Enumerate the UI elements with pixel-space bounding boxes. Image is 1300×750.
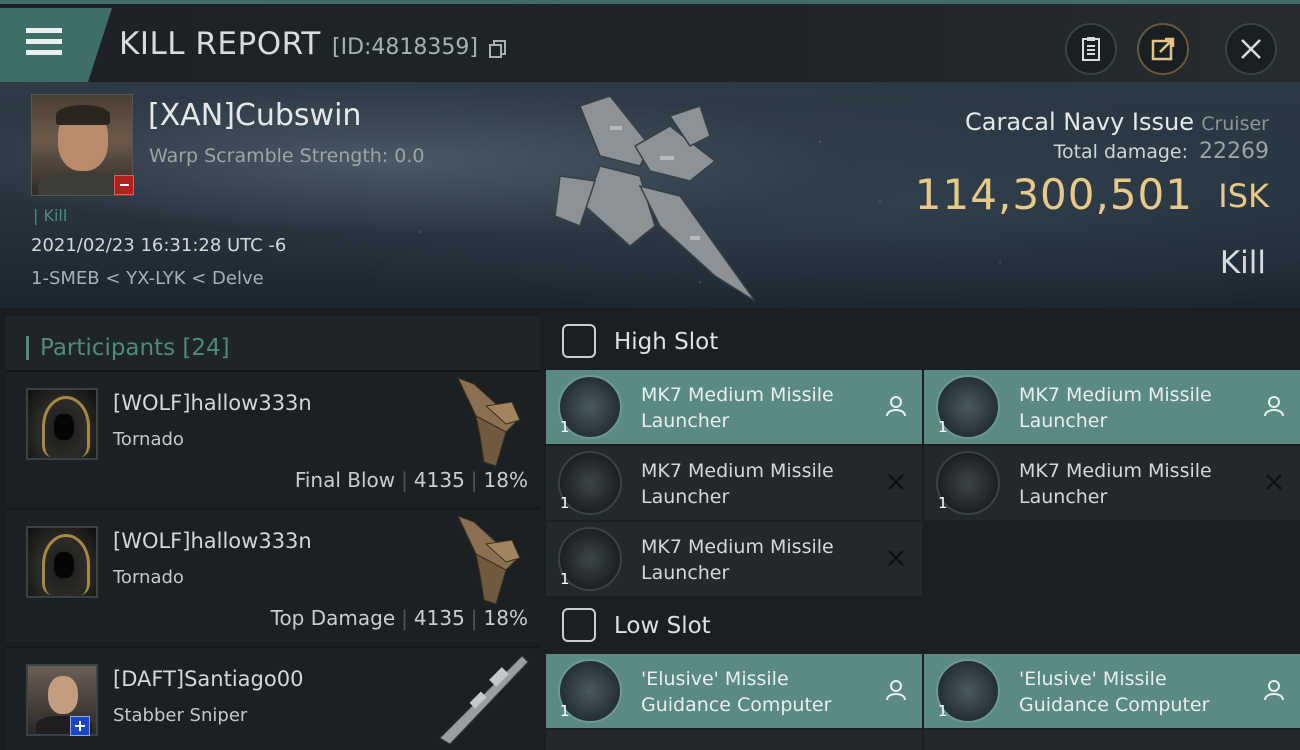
module-name: MK7 Medium Missile Launcher xyxy=(641,460,834,508)
high-slot-label: High Slot xyxy=(614,329,719,355)
victim-panel: [XAN]Cubswin Warp Scramble Strength: 0.0… xyxy=(0,82,1300,308)
participant-row[interactable]: [WOLF]hallow333n Tornado Top Damage | 4135… xyxy=(6,508,540,642)
pilot-icon xyxy=(1264,396,1284,417)
shield-icon xyxy=(562,324,596,358)
close-icon xyxy=(1241,39,1261,59)
participant-percent: 18% xyxy=(483,606,528,630)
module-qty: 1 xyxy=(938,418,948,436)
module-item[interactable]: 1 MK7 Medium Missile Launcher xyxy=(924,370,1300,444)
report-id: [ID:4818359] xyxy=(332,35,478,60)
participant-ship: Tornado xyxy=(113,429,184,450)
module-item[interactable]: 1 'Elusive' Missile Guidance Computer xyxy=(546,654,922,728)
participants-panel: Participants [24] [WOLF]hallow333n Torna… xyxy=(0,308,540,750)
victim-ship-image xyxy=(554,95,756,302)
destroyed-x-icon xyxy=(1266,474,1282,490)
participants-title: Participants [24] xyxy=(40,335,230,361)
total-damage-label: Total damage: xyxy=(1053,141,1188,163)
participant-ship-image xyxy=(439,655,529,744)
participant-role: Final Blow xyxy=(294,468,396,492)
victim-ship-class: Cruiser xyxy=(1201,113,1269,135)
participant-name: [WOLF]hallow333n xyxy=(113,391,312,415)
victim-ship-name[interactable]: Caracal Navy Issue xyxy=(965,108,1194,136)
kill-result: Kill xyxy=(1219,245,1266,281)
module-name: 'Elusive' Missile Guidance Computer xyxy=(1019,668,1210,716)
share-button[interactable] xyxy=(1137,23,1189,75)
module-qty: 1 xyxy=(938,494,948,512)
module-name: MK7 Medium Missile Launcher xyxy=(641,536,834,584)
clipboard-icon xyxy=(1082,37,1100,61)
pilot-icon xyxy=(1264,680,1284,701)
share-icon xyxy=(1151,37,1175,61)
module-qty: 1 xyxy=(938,702,948,720)
participant-damage: 4135 xyxy=(413,468,465,492)
module-qty: 1 xyxy=(560,702,570,720)
module-qty: 1 xyxy=(560,570,570,588)
module-item[interactable] xyxy=(924,730,1300,750)
clipboard-button[interactable] xyxy=(1065,23,1117,75)
low-slot-label: Low Slot xyxy=(614,613,711,639)
destroyed-x-icon xyxy=(888,550,904,566)
isk-value: 114,300,501 xyxy=(914,170,1193,219)
menu-button[interactable] xyxy=(0,8,112,84)
participant-ship: Tornado xyxy=(113,567,184,588)
module-name: MK7 Medium Missile Launcher xyxy=(1019,460,1212,508)
isk-unit: ISK xyxy=(1218,177,1269,215)
copy-icon[interactable] xyxy=(489,40,507,58)
module-name: MK7 Medium Missile Launcher xyxy=(1019,384,1212,432)
pilot-icon xyxy=(886,396,906,417)
participant-stats: Final Blow | 4135 | 18% xyxy=(294,468,528,492)
pilot-icon xyxy=(886,680,906,701)
top-bar: KILL REPORT [ID:4818359] xyxy=(0,0,1300,84)
kill-tag: | Kill xyxy=(33,206,68,225)
module-qty: 1 xyxy=(560,494,570,512)
participant-stats: Top Damage | 4135 | 18% xyxy=(270,606,528,630)
kill-datetime: 2021/02/23 16:31:28 UTC -6 xyxy=(31,235,287,256)
participant-avatar[interactable] xyxy=(26,526,98,598)
module-item[interactable]: 1 MK7 Medium Missile Launcher xyxy=(546,522,922,596)
warp-scramble-strength: Warp Scramble Strength: 0.0 xyxy=(149,145,425,167)
shield-icon xyxy=(562,608,596,642)
standing-negative-icon xyxy=(114,175,134,195)
high-slot-header: High Slot xyxy=(546,312,1300,372)
participant-ship-image xyxy=(457,377,521,467)
module-item[interactable]: 1 'Elusive' Missile Guidance Computer xyxy=(924,654,1300,728)
participant-row[interactable]: [WOLF]hallow333n Tornado Final Blow | 4135… xyxy=(6,370,540,504)
total-damage-value: 22269 xyxy=(1199,139,1269,164)
module-qty: 1 xyxy=(560,418,570,436)
module-item[interactable]: 1 MK7 Medium Missile Launcher xyxy=(546,370,922,444)
destroyed-x-icon xyxy=(888,474,904,490)
module-item[interactable] xyxy=(546,730,922,750)
module-name: MK7 Medium Missile Launcher xyxy=(641,384,834,432)
kill-location: 1-SMEB < YX-LYK < Delve xyxy=(31,268,264,289)
participant-ship: Stabber Sniper xyxy=(113,705,248,726)
participant-name: [WOLF]hallow333n xyxy=(113,529,312,553)
participant-damage: 4135 xyxy=(413,606,465,630)
menu-icon xyxy=(26,28,62,61)
participant-percent: 18% xyxy=(483,468,528,492)
participant-role: Top Damage xyxy=(270,606,396,630)
module-name: 'Elusive' Missile Guidance Computer xyxy=(641,668,832,716)
participant-avatar[interactable] xyxy=(26,388,98,460)
participant-ship-image xyxy=(457,515,521,605)
module-item[interactable]: 1 MK7 Medium Missile Launcher xyxy=(924,446,1300,520)
module-item[interactable]: 1 MK7 Medium Missile Launcher xyxy=(546,446,922,520)
participant-row[interactable]: [DAFT]Santiago00 Stabber Sniper xyxy=(6,646,540,750)
low-slot-header: Low Slot xyxy=(546,596,1300,656)
fitting-panel: High Slot 1 MK7 Medium Missile Launcher … xyxy=(540,308,1300,750)
page-title: KILL REPORT xyxy=(119,26,321,62)
participant-name: [DAFT]Santiago00 xyxy=(113,667,304,691)
close-button[interactable] xyxy=(1225,23,1277,75)
participants-header: Participants [24] xyxy=(6,316,540,376)
victim-name[interactable]: [XAN]Cubswin xyxy=(148,98,361,133)
standing-positive-icon xyxy=(70,716,90,736)
